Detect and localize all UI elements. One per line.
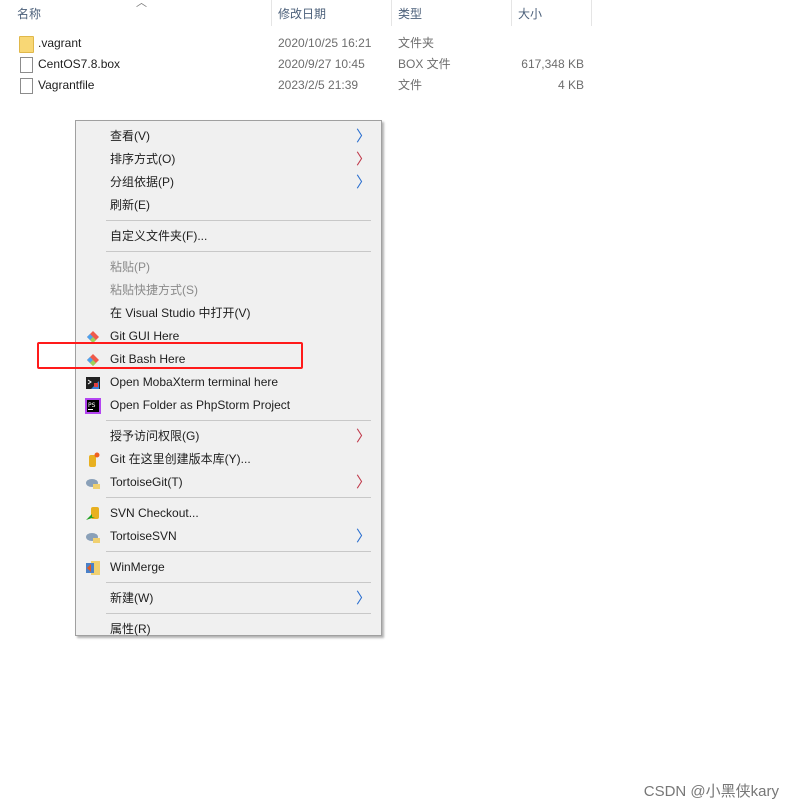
menu-item-open-visual-studio[interactable]: 在 Visual Studio 中打开(V) — [76, 302, 381, 325]
watermark: CSDN @小黑侠kary — [643, 783, 779, 800]
column-header-size[interactable]: 大小 — [518, 0, 542, 28]
menu-label: 排序方式(O) — [110, 152, 176, 166]
file-type: 文件夹 — [398, 36, 435, 50]
menu-item-refresh[interactable]: 刷新(E) — [76, 194, 381, 217]
file-name: Vagrantfile — [38, 78, 95, 92]
menu-separator — [76, 494, 381, 502]
file-name: CentOS7.8.box — [38, 57, 121, 71]
menu-label: 属性(R) — [110, 622, 151, 636]
menu-item-git-create-repo[interactable]: Git 在这里创建版本库(Y)... — [76, 448, 381, 471]
menu-label: 粘贴(P) — [110, 260, 150, 274]
phpstorm-icon: PS — [85, 398, 101, 414]
menu-item-grant-access[interactable]: 授予访问权限(G) 〉 — [76, 425, 381, 448]
column-divider[interactable] — [271, 0, 272, 26]
file-modified: 2023/2/5 21:39 — [278, 78, 359, 92]
file-icon — [20, 57, 33, 73]
chevron-right-icon: 〉 — [355, 528, 371, 545]
file-row[interactable]: Vagrantfile 2023/2/5 21:39 文件 4 KB — [0, 75, 600, 96]
menu-label: 查看(V) — [110, 129, 150, 143]
file-modified: 2020/10/25 16:21 — [278, 36, 372, 50]
tortoisegit-icon — [86, 479, 100, 489]
chevron-right-icon: 〉 — [355, 474, 371, 491]
menu-label: Open Folder as PhpStorm Project — [110, 398, 291, 412]
chevron-right-icon: 〉 — [355, 128, 371, 145]
menu-item-sort[interactable]: 排序方式(O) 〉 — [76, 148, 381, 171]
chevron-right-icon: 〉 — [355, 151, 371, 168]
menu-item-paste[interactable]: 粘贴(P) — [76, 256, 381, 279]
chevron-right-icon: 〉 — [355, 174, 371, 191]
menu-item-winmerge[interactable]: WinMerge — [76, 556, 381, 579]
file-type: 文件 — [398, 78, 423, 92]
mobaxterm-icon — [86, 377, 100, 389]
file-modified: 2020/9/27 10:45 — [278, 57, 365, 71]
context-menu: 查看(V) 〉 排序方式(O) 〉 分组依据(P) 〉 刷新(E) 自定义文件夹(F)… — [75, 120, 382, 636]
column-header-type[interactable]: 类型 — [398, 0, 422, 28]
column-header-modified[interactable]: 修改日期 — [278, 0, 326, 28]
menu-item-group[interactable]: 分组依据(P) 〉 — [76, 171, 381, 194]
menu-label: Git 在这里创建版本库(Y)... — [110, 452, 251, 466]
menu-label: 新建(W) — [110, 591, 154, 605]
file-size: 4 KB — [557, 78, 584, 92]
column-divider[interactable] — [511, 0, 512, 26]
column-divider[interactable] — [591, 0, 592, 26]
menu-item-paste-shortcut[interactable]: 粘贴快捷方式(S) — [76, 279, 381, 302]
file-type: BOX 文件 — [398, 57, 451, 71]
chevron-right-icon: 〉 — [355, 590, 371, 607]
menu-item-mobaxterm[interactable]: Open MobaXterm terminal here — [76, 371, 381, 394]
sort-ascending-icon: ︿ — [136, 0, 147, 9]
menu-separator — [76, 248, 381, 256]
menu-label: 自定义文件夹(F)... — [110, 229, 208, 243]
menu-separator — [76, 579, 381, 587]
file-row[interactable]: .vagrant 2020/10/25 16:21 文件夹 — [0, 33, 600, 54]
file-row[interactable]: CentOS7.8.box 2020/9/27 10:45 BOX 文件 617… — [0, 54, 600, 75]
folder-icon — [19, 36, 34, 53]
menu-item-tortoisesvn[interactable]: TortoiseSVN 〉 — [76, 525, 381, 548]
svn-checkout-icon — [86, 507, 99, 520]
menu-item-phpstorm[interactable]: PS Open Folder as PhpStorm Project — [76, 394, 381, 417]
menu-label: Git GUI Here — [110, 329, 180, 343]
menu-label: WinMerge — [110, 560, 165, 574]
git-repo-icon — [89, 452, 100, 467]
menu-item-svn-checkout[interactable]: SVN Checkout... — [76, 502, 381, 525]
file-size: 617,348 KB — [521, 57, 584, 71]
menu-item-tortoisegit[interactable]: TortoiseGit(T) 〉 — [76, 471, 381, 494]
tortoisesvn-icon — [86, 533, 100, 543]
highlight-annotation-box — [37, 342, 303, 369]
menu-separator — [76, 417, 381, 425]
menu-label: 在 Visual Studio 中打开(V) — [110, 306, 251, 320]
menu-label: Open MobaXterm terminal here — [110, 375, 279, 389]
menu-label: SVN Checkout... — [110, 506, 199, 520]
file-name: .vagrant — [38, 36, 82, 50]
chevron-right-icon: 〉 — [355, 428, 371, 445]
column-divider[interactable] — [391, 0, 392, 26]
column-header-name[interactable]: 名称 — [17, 0, 41, 28]
menu-separator — [76, 610, 381, 618]
svg-text:PS: PS — [88, 402, 96, 409]
menu-label: 刷新(E) — [110, 198, 150, 212]
menu-label: TortoiseSVN — [110, 529, 177, 543]
menu-separator — [76, 217, 381, 225]
menu-item-view[interactable]: 查看(V) 〉 — [76, 125, 381, 148]
menu-label: TortoiseGit(T) — [110, 475, 183, 489]
menu-item-new[interactable]: 新建(W) 〉 — [76, 587, 381, 610]
menu-item-customize[interactable]: 自定义文件夹(F)... — [76, 225, 381, 248]
menu-item-properties[interactable]: 属性(R) — [76, 618, 381, 641]
winmerge-icon — [86, 561, 100, 575]
menu-label: 分组依据(P) — [110, 175, 174, 189]
menu-label: 粘贴快捷方式(S) — [110, 283, 198, 297]
file-icon — [20, 78, 33, 94]
menu-separator — [76, 548, 381, 556]
menu-label: 授予访问权限(G) — [110, 429, 200, 443]
